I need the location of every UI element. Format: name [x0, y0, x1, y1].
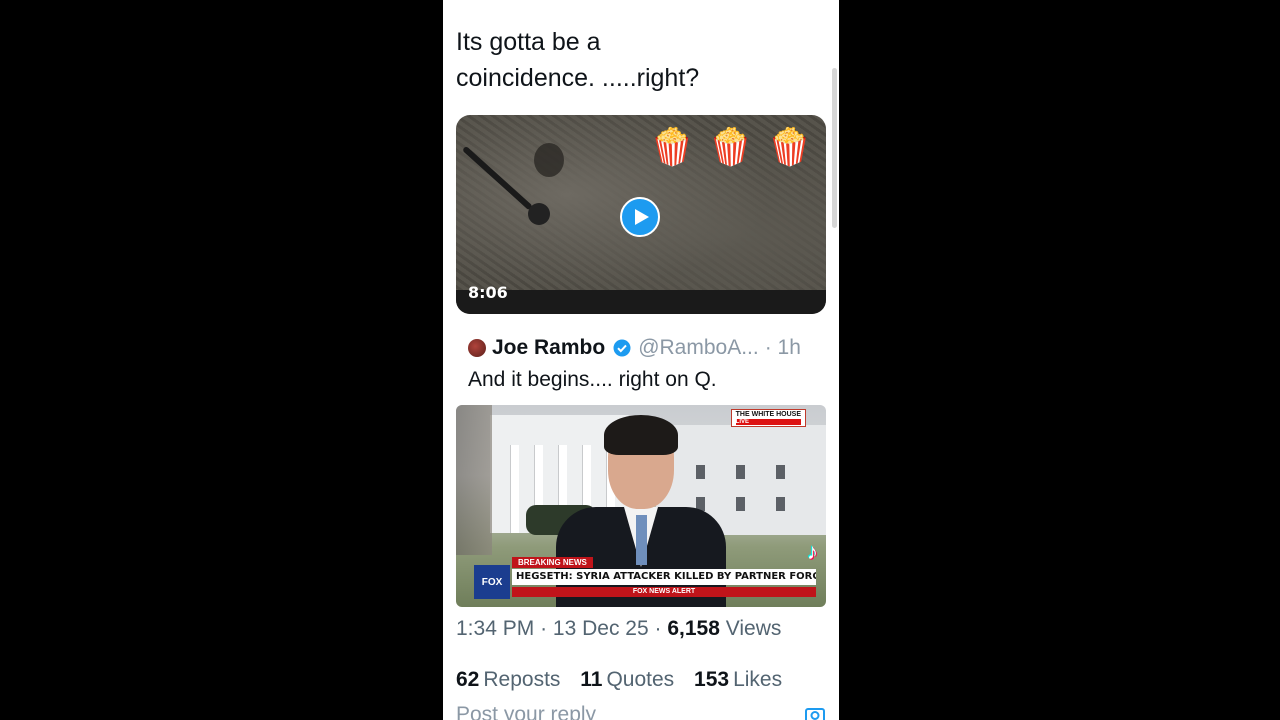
quoted-video-thumbnail[interactable]: THE WHITE HOUSE LIVE ♪ FOX BREAKING NEWS… — [456, 405, 826, 607]
scrollbar[interactable] — [832, 68, 837, 228]
separator: · — [654, 617, 662, 640]
separator: · — [540, 617, 548, 640]
popcorn-emojis: 🍿 🍿 🍿 — [650, 127, 812, 167]
camera-icon[interactable] — [805, 705, 825, 720]
fox-news-logo: FOX — [474, 565, 510, 599]
quoted-author-name[interactable]: Joe Rambo — [492, 336, 605, 360]
tweet-stats: 62 Reposts 11 Quotes 153 Likes — [456, 668, 782, 692]
video-bottom-bar — [456, 290, 826, 314]
news-alert-label: FOX NEWS ALERT — [512, 587, 816, 597]
video-object-tip — [528, 203, 550, 225]
news-chyron: FOX BREAKING NEWS HEGSETH: SYRIA ATTACKE… — [456, 555, 826, 607]
popcorn-icon: 🍿 — [649, 126, 695, 167]
quoted-time: · 1h — [764, 336, 801, 359]
popcorn-icon: 🍿 — [767, 126, 812, 167]
breaking-news-label: BREAKING NEWS — [512, 557, 593, 568]
quoted-author-handle[interactable]: @RamboA... — [638, 336, 759, 360]
tweet-date[interactable]: 13 Dec 25 — [553, 617, 649, 640]
quoted-tweet-text: And it begins.... right on Q. — [468, 368, 717, 391]
tweet-text: Its gotta be a coincidence. .....right? — [456, 28, 700, 92]
video-object — [461, 145, 533, 211]
tweet-detail-screen: Its gotta be a coincidence. .....right? … — [443, 0, 839, 720]
tweet-time[interactable]: 1:34 PM — [456, 617, 534, 640]
tree — [456, 405, 492, 555]
avatar[interactable] — [468, 339, 486, 357]
news-headline: HEGSETH: SYRIA ATTACKER KILLED BY PARTNE… — [512, 569, 816, 585]
verified-badge-icon — [613, 339, 631, 357]
play-icon[interactable] — [620, 197, 660, 237]
reposts-stat[interactable]: 62 Reposts — [456, 668, 560, 691]
video-duration: 8:06 — [468, 283, 508, 302]
quoted-tweet-header[interactable]: Joe Rambo @RamboA... · 1h — [468, 336, 801, 360]
views-count: 6,158 — [667, 617, 720, 640]
live-location-tag: THE WHITE HOUSE LIVE — [730, 409, 806, 427]
tweet-meta: 1:34 PM · 13 Dec 25 · 6,158 Views — [456, 617, 781, 641]
likes-stat[interactable]: 153 Likes — [694, 668, 782, 691]
views-label: Views — [725, 617, 782, 640]
quotes-stat[interactable]: 11 Quotes — [580, 668, 674, 691]
video-shadow — [534, 143, 564, 177]
tweet-video[interactable]: 🍿 🍿 🍿 8:06 — [456, 115, 826, 314]
popcorn-icon: 🍿 — [708, 126, 754, 167]
reply-input[interactable]: Post your reply — [456, 703, 596, 720]
